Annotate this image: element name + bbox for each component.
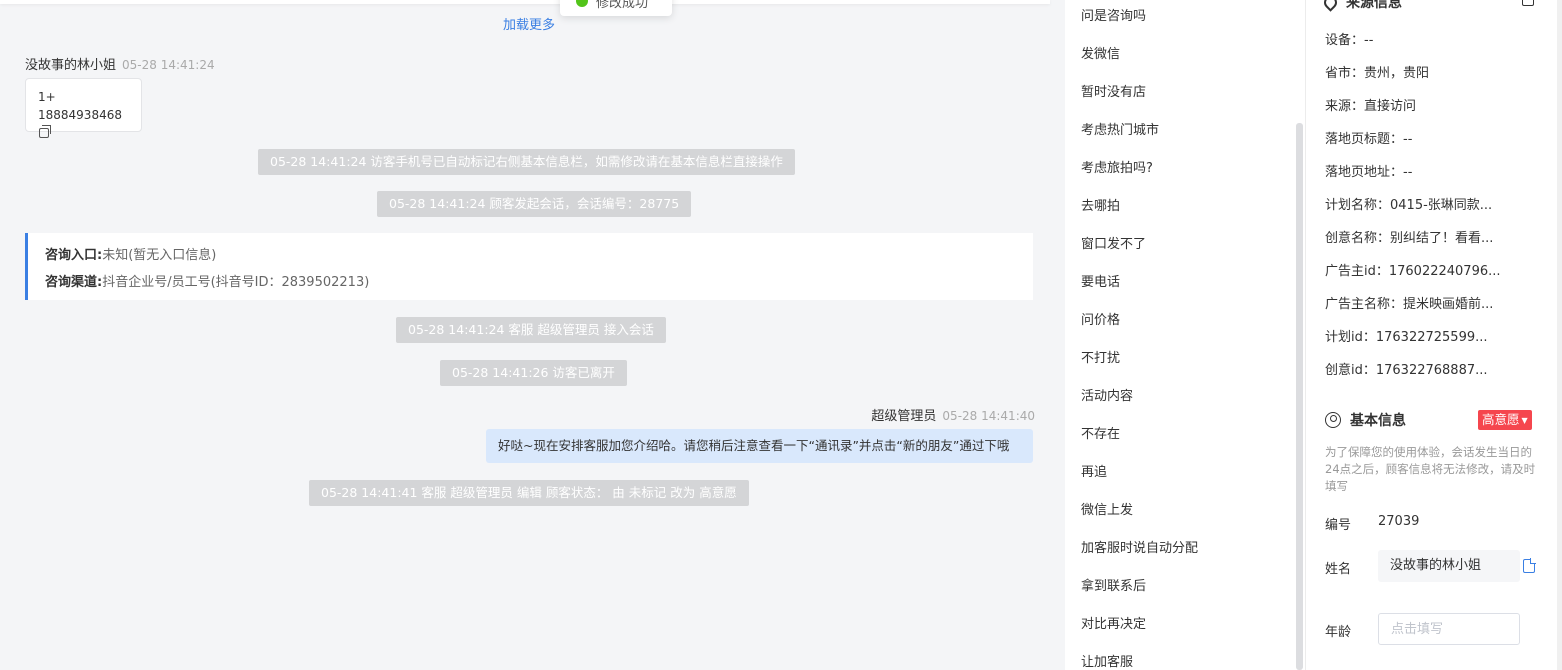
- quick-reply-item[interactable]: 窗口发不了: [1081, 233, 1146, 252]
- edit-icon[interactable]: [1522, 0, 1534, 6]
- channel-value: 抖音企业号/员工号(抖音号ID：2839502213): [102, 275, 370, 290]
- customer-info-panel: 来源信息 设备：-- 省市：贵州，贵阳 来源：直接访问 落地页标题：-- 落地页…: [1306, 0, 1562, 670]
- quick-reply-item[interactable]: 要电话: [1081, 271, 1120, 290]
- source-row-landing-title: 落地页标题：--: [1325, 132, 1413, 147]
- entry-label: 咨询入口:: [45, 248, 103, 263]
- quick-reply-item[interactable]: 发微信: [1081, 43, 1120, 62]
- phone-number: 18884938468: [38, 108, 122, 122]
- source-row-province-city: 省市：贵州，贵阳: [1325, 66, 1430, 81]
- source-row-creative-id: 创意id：176322768887...: [1325, 363, 1488, 378]
- system-message: 05-28 14:41:41 客服 超级管理员 编辑 顾客状态： 由 未标记 改…: [309, 480, 749, 506]
- system-message: 05-28 14:41:24 顾客发起会话，会话编号：28775: [377, 191, 692, 217]
- source-info-title: 来源信息: [1346, 0, 1402, 11]
- intent-status-dropdown[interactable]: 高意愿 ▼: [1478, 410, 1532, 430]
- basic-info-header: 基本信息: [1325, 410, 1406, 430]
- source-row-device: 设备：--: [1325, 33, 1374, 48]
- agent-message-header: 超级管理员 05-28 14:41:40: [871, 405, 1035, 424]
- visitor-phone-bubble: 1+ 18884938468: [25, 78, 142, 138]
- system-message: 05-28 14:41:26 访客已离开: [440, 360, 627, 386]
- quick-reply-item[interactable]: 不打扰: [1081, 347, 1120, 366]
- agent-name: 超级管理员: [871, 409, 937, 424]
- quick-reply-item[interactable]: 加客服时说自动分配: [1081, 537, 1198, 556]
- quick-reply-item[interactable]: 拿到联系后: [1081, 575, 1146, 594]
- chat-top-bar: [0, 0, 1050, 4]
- source-row-plan-name: 计划名称：0415-张琳同款...: [1325, 198, 1493, 213]
- visitor-message-time: 05-28 14:41:24: [122, 58, 215, 72]
- location-pin-icon: [1321, 0, 1340, 12]
- load-more-link[interactable]: 加载更多: [503, 14, 555, 33]
- copy-icon[interactable]: [39, 125, 51, 138]
- quick-reply-item[interactable]: 不存在: [1081, 423, 1120, 442]
- info-panel-scrollbar[interactable]: [1557, 0, 1562, 670]
- age-label: 年龄: [1325, 625, 1352, 640]
- name-field[interactable]: 没故事的林小姐: [1378, 550, 1520, 582]
- consult-entry-card: 咨询入口:未知(暂无入口信息) 咨询渠道:抖音企业号/员工号(抖音号ID：283…: [25, 233, 1033, 300]
- toast-text: 修改成功: [596, 0, 649, 11]
- quick-reply-item[interactable]: 问价格: [1081, 309, 1120, 328]
- quick-reply-item[interactable]: 问是咨询吗: [1081, 5, 1146, 24]
- source-row-creative-name: 创意名称：别纠结了！看看...: [1325, 231, 1494, 246]
- number-value: 27039: [1378, 514, 1420, 529]
- channel-label: 咨询渠道:: [45, 275, 103, 290]
- agent-message-bubble: 好哒~现在安排客服加您介绍哈。请您稍后注意查看一下“通讯录”并点击“新的朋友”通…: [486, 429, 1033, 463]
- quick-reply-item[interactable]: 活动内容: [1081, 385, 1133, 404]
- source-row-plan-id: 计划id：176322725599...: [1325, 330, 1488, 345]
- quick-reply-item[interactable]: 考虑热门城市: [1081, 119, 1159, 138]
- visitor-name: 没故事的林小姐: [25, 58, 117, 73]
- intent-status-label: 高意愿: [1482, 412, 1520, 427]
- quick-reply-scrollbar[interactable]: [1296, 123, 1303, 670]
- source-info-header: 来源信息: [1321, 0, 1402, 12]
- agent-message-time: 05-28 14:41:40: [942, 409, 1035, 423]
- name-label: 姓名: [1325, 562, 1352, 577]
- success-icon: [576, 0, 588, 7]
- entry-value: 未知(暂无入口信息): [102, 248, 217, 263]
- caret-down-icon: ▼: [1521, 416, 1528, 425]
- phone-prefix: 1+: [38, 90, 56, 104]
- number-label: 编号: [1325, 518, 1352, 533]
- system-message: 05-28 14:41:24 客服 超级管理员 接入会话: [396, 317, 666, 343]
- quick-reply-item[interactable]: 考虑旅拍吗?: [1081, 157, 1153, 176]
- source-row-landing-url: 落地页地址：--: [1325, 165, 1413, 180]
- user-circle-icon: [1325, 412, 1341, 428]
- quick-reply-item[interactable]: 对比再决定: [1081, 613, 1146, 632]
- source-row-advertiser-name: 广告主名称：提米映画婚前...: [1325, 297, 1494, 312]
- quick-reply-item[interactable]: 再追: [1081, 461, 1107, 480]
- source-row-advertiser-id: 广告主id：176022240796...: [1325, 264, 1501, 279]
- quick-reply-panel: 问是咨询吗 发微信 暂时没有店 考虑热门城市 考虑旅拍吗? 去哪拍 窗口发不了 …: [1065, 0, 1305, 670]
- system-message: 05-28 14:41:24 访客手机号已自动标记右侧基本信息栏，如需修改请在基…: [258, 149, 795, 175]
- basic-info-title: 基本信息: [1350, 413, 1406, 429]
- quick-reply-item[interactable]: 让加客服: [1081, 651, 1133, 670]
- edit-notice: 为了保障您的使用体验，会话发生当日的24点之后，顾客信息将无法修改，请及时填写: [1325, 445, 1536, 493]
- visitor-message-header: 没故事的林小姐 05-28 14:41:24: [25, 54, 215, 73]
- quick-reply-item[interactable]: 暂时没有店: [1081, 81, 1146, 100]
- age-input[interactable]: [1378, 613, 1520, 645]
- chat-panel: 加载更多 没故事的林小姐 05-28 14:41:24 1+ 1888493846…: [0, 0, 1065, 670]
- source-row-source: 来源：直接访问: [1325, 99, 1417, 114]
- success-toast: 修改成功: [560, 0, 672, 16]
- quick-reply-item[interactable]: 微信上发: [1081, 499, 1133, 518]
- document-icon[interactable]: [1523, 558, 1536, 573]
- quick-reply-item[interactable]: 去哪拍: [1081, 195, 1120, 214]
